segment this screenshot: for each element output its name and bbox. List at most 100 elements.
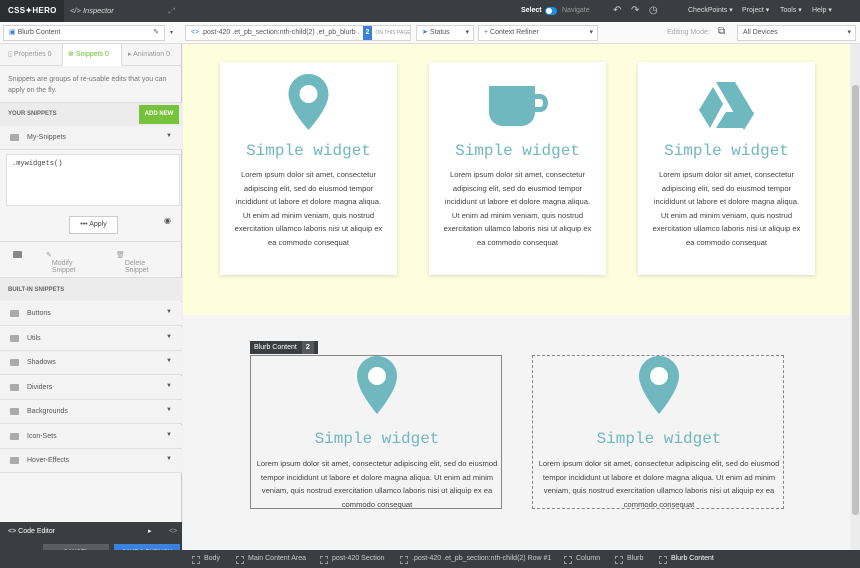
snippets-icon: ⊕: [68, 51, 74, 58]
status-label: Status: [429, 29, 450, 36]
scrollbar-thumb[interactable]: [852, 85, 859, 515]
select-mode-label[interactable]: Select: [521, 0, 542, 22]
inspector-label: Inspector: [82, 6, 114, 15]
inspector-tab[interactable]: </> Inspector ⤢: [64, 0, 182, 22]
folder-icon: [10, 384, 19, 391]
device-value: All Devices: [743, 29, 778, 36]
builtin-item-icon-sets[interactable]: Icon-Sets ▼: [0, 425, 182, 449]
blurb-widget[interactable]: Simple widget Lorem ipsum dolor sit amet…: [532, 355, 784, 509]
eye-icon[interactable]: ◉: [164, 216, 171, 225]
folder-icon: [10, 408, 19, 415]
menu-tools[interactable]: Tools ▾: [780, 0, 802, 22]
widget-title: Simple widget: [246, 142, 371, 160]
snippet-code-editor[interactable]: .mywidgets(): [6, 154, 180, 206]
your-snippets-label: YOUR SNIPPETS: [8, 111, 57, 117]
breadcrumb-item-blurb-content[interactable]: Blurb Content: [659, 550, 714, 568]
apply-button[interactable]: ••• Apply: [69, 216, 118, 234]
cursor-icon: ➤: [422, 29, 428, 36]
expand-icon[interactable]: ⤢: [168, 0, 174, 22]
widget-text: Lorem ipsum dolor sit amet, consectetur …: [443, 170, 592, 247]
plus-icon: +: [484, 29, 489, 36]
delete-snippet-button[interactable]: 🗑 Delete Snippet: [116, 251, 149, 274]
modify-snippet-button[interactable]: ✎ Modify Snippet: [46, 251, 76, 274]
apply-label: Apply: [89, 221, 107, 228]
element-name: Blurb Content: [17, 29, 61, 36]
element-icon: ▣: [9, 29, 16, 36]
context-refiner-label: Context Refiner: [490, 29, 539, 36]
widget-text: Lorem ipsum dolor sit amet, consectetur …: [234, 170, 383, 247]
top-toolbar: CSS✦HERO </> Inspector ⤢ Select Navigate …: [0, 0, 860, 22]
code-icon: <>: [191, 29, 200, 36]
builtin-item-hover-effects[interactable]: Hover-Effects ▼: [0, 449, 182, 473]
breadcrumb-item-blurb[interactable]: Blurb: [614, 550, 643, 568]
breadcrumb: Body Main Content Area post-420 Section …: [0, 550, 860, 568]
builtin-item-label: Icon-Sets: [27, 433, 57, 440]
folder-icon[interactable]: [13, 251, 22, 258]
folder-icon: [10, 335, 19, 342]
undo-icon[interactable]: ↶: [613, 0, 621, 22]
snippets-description: Snippets are groups of re-usable edits t…: [8, 76, 167, 94]
app-logo: CSS✦HERO: [0, 0, 64, 22]
my-snippets-group[interactable]: My-Snippets ▼: [0, 126, 182, 150]
match-count-badge: 2: [362, 26, 373, 40]
menu-help[interactable]: Help ▾: [812, 0, 832, 22]
widget-text: Lorem ipsum dolor sit amet, consectetur …: [256, 459, 498, 509]
menu-checkpoints[interactable]: CheckPoints ▾: [688, 0, 733, 22]
add-new-button[interactable]: ADD NEW: [139, 105, 179, 124]
chevron-down-icon[interactable]: ▾: [170, 29, 173, 36]
widget-card[interactable]: Simple widget Lorem ipsum dolor sit amet…: [429, 62, 606, 275]
chevron-down-icon: ▾: [589, 29, 593, 36]
caret-down-icon: ▼: [166, 358, 172, 364]
more-icon: •••: [80, 221, 88, 228]
folder-icon: [10, 134, 19, 141]
context-refiner-dropdown[interactable]: + Context Refiner ▾: [478, 25, 598, 41]
redo-icon[interactable]: ↷: [631, 0, 639, 22]
device-dropdown[interactable]: All Devices ▾: [737, 25, 856, 41]
tab-properties[interactable]: ▯ Properties 0: [8, 44, 52, 66]
folder-icon: [10, 310, 19, 317]
caret-down-icon: ▼: [166, 432, 172, 438]
builtin-item-buttons[interactable]: Buttons ▼: [0, 302, 182, 326]
builtin-item-dividers[interactable]: Dividers ▼: [0, 376, 182, 400]
status-dropdown[interactable]: ➤ Status ▾: [416, 25, 474, 41]
breadcrumb-item-row[interactable]: .post-420 .et_pb_section:nth-child(2) Ro…: [399, 550, 551, 568]
widget-card[interactable]: Simple widget Lorem ipsum dolor sit amet…: [638, 62, 815, 275]
tab-animation[interactable]: ▸ Animation 0: [128, 44, 170, 66]
builtin-item-shadows[interactable]: Shadows ▼: [0, 351, 182, 375]
breadcrumb-item-main-content[interactable]: Main Content Area: [236, 550, 306, 568]
caret-down-icon: ▼: [166, 309, 172, 315]
chevron-right-icon: ▸: [148, 528, 152, 535]
breadcrumb-item-section[interactable]: post-420 Section: [320, 550, 385, 568]
builtin-item-label: Buttons: [27, 310, 51, 317]
snippet-actions: ✎ Modify Snippet 🗑 Delete Snippet: [0, 241, 182, 274]
devices-icon: ⧉: [718, 26, 726, 37]
drive-logo-icon: [699, 82, 754, 130]
element-select[interactable]: ▣ Blurb Content ✎: [3, 25, 165, 41]
navigate-mode-label[interactable]: Navigate: [562, 0, 590, 22]
widget-title: Simple widget: [314, 430, 440, 448]
folder-icon: [10, 359, 19, 366]
builtin-item-backgrounds[interactable]: Backgrounds ▼: [0, 400, 182, 424]
selector-path: .post-420 .et_pb_section:nth-child(2) .e…: [201, 29, 360, 36]
editing-mode-label: Editing Mode:: [667, 29, 710, 36]
inspector-sidebar: ▯ Properties 0 ⊕ Snippets 0 ▸ Animation …: [0, 44, 182, 568]
code-toggle-icon[interactable]: <>: [169, 522, 177, 541]
on-this-page-label: ON THIS PAGE: [375, 30, 411, 36]
code-editor-bar[interactable]: <> Code Editor ▸ <>: [0, 522, 182, 541]
history-icon[interactable]: ◷: [649, 0, 658, 22]
breadcrumb-item-body[interactable]: Body: [192, 550, 220, 568]
widget-card[interactable]: Simple widget Lorem ipsum dolor sit amet…: [220, 62, 397, 275]
builtin-item-utils[interactable]: Utils ▼: [0, 327, 182, 351]
tab-animation-label: Animation 0: [133, 51, 171, 58]
delete-snippet-label: Delete Snippet: [124, 260, 149, 274]
menu-project[interactable]: Project ▾: [742, 0, 769, 22]
select-navigate-toggle[interactable]: [545, 7, 557, 15]
widget-title: Simple widget: [596, 430, 722, 448]
selected-element-tag: Blurb Content 2: [250, 341, 318, 354]
animation-icon: ▸: [128, 51, 132, 58]
selector-path-field[interactable]: <> .post-420 .et_pb_section:nth-child(2)…: [185, 25, 411, 41]
breadcrumb-item-column[interactable]: Column: [563, 550, 600, 568]
edit-icon[interactable]: ✎: [153, 26, 159, 40]
tab-snippets[interactable]: ⊕ Snippets 0: [62, 44, 122, 66]
blurb-widget-selected[interactable]: Simple widget Lorem ipsum dolor sit amet…: [250, 355, 502, 509]
